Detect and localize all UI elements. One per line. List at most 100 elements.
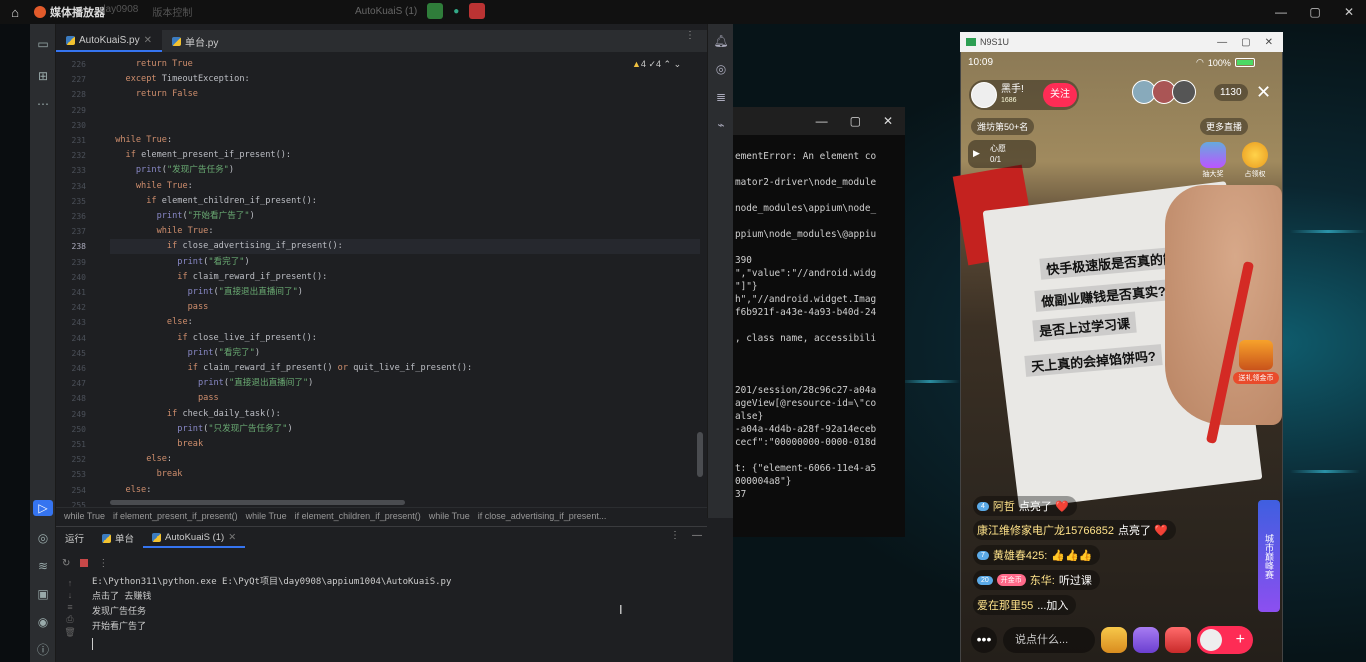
- follow-button[interactable]: 关注: [1043, 83, 1077, 107]
- code-line[interactable]: else:: [110, 315, 193, 330]
- more-live-button[interactable]: 更多直播: [1200, 118, 1249, 135]
- line-number[interactable]: 236: [72, 209, 86, 224]
- line-number[interactable]: 246: [72, 361, 86, 376]
- phone-close-button[interactable]: ✕: [1265, 37, 1273, 48]
- code-line[interactable]: else:: [110, 452, 172, 467]
- terminal-minimize-button[interactable]: —: [816, 114, 828, 128]
- line-number[interactable]: 242: [72, 300, 86, 315]
- breadcrumb-item[interactable]: if element_children_if_present(): [295, 511, 421, 521]
- line-number[interactable]: 254: [72, 483, 86, 498]
- add-button[interactable]: +: [1197, 626, 1253, 654]
- code-line[interactable]: if close_live_if_present():: [110, 331, 317, 346]
- code-line[interactable]: return True: [110, 57, 193, 72]
- stop-icon[interactable]: [469, 3, 486, 19]
- breadcrumb-item[interactable]: if close_advertising_if_present...: [478, 511, 607, 521]
- code-line[interactable]: if element_present_if_present():: [110, 148, 292, 163]
- problems-icon[interactable]: ⓘ: [35, 642, 51, 658]
- line-number[interactable]: 229: [72, 103, 86, 118]
- structure-icon[interactable]: ⊞: [35, 68, 51, 84]
- phone-maximize-button[interactable]: ▢: [1241, 37, 1250, 48]
- line-number[interactable]: 227: [72, 72, 86, 87]
- vertical-scrollbar[interactable]: [697, 432, 703, 477]
- code-line[interactable]: break: [110, 437, 203, 452]
- code-line[interactable]: if close_advertising_if_present():: [110, 239, 700, 255]
- code-line[interactable]: return False: [110, 87, 198, 102]
- viewer-avatar[interactable]: [1172, 80, 1196, 104]
- line-number[interactable]: 241: [72, 285, 86, 300]
- tab-autokuais-run[interactable]: AutoKuaiS (1) ✕: [143, 528, 246, 548]
- run-icon[interactable]: [427, 3, 444, 19]
- scroll-down-icon[interactable]: ↓: [68, 590, 73, 600]
- run-config-selector[interactable]: AutoKuaiS (1): [355, 6, 417, 17]
- folder-icon[interactable]: ▭: [35, 36, 51, 52]
- line-number[interactable]: 226: [72, 57, 86, 72]
- stop-process-icon[interactable]: [80, 559, 89, 567]
- clear-icon[interactable]: 🗑︎: [64, 627, 75, 638]
- code-line[interactable]: print("看完了"): [110, 346, 260, 361]
- code-line[interactable]: pass: [110, 300, 209, 315]
- lottery-button[interactable]: 抽大奖: [1199, 142, 1227, 179]
- line-number[interactable]: 249: [72, 407, 86, 422]
- debug-icon[interactable]: ●: [453, 6, 459, 17]
- more-tools-icon[interactable]: ⋯: [35, 96, 51, 112]
- code-line[interactable]: while True:: [110, 179, 193, 194]
- code-line[interactable]: break: [110, 467, 183, 482]
- code-line[interactable]: print("只发现广告任务了"): [110, 422, 292, 437]
- scroll-up-icon[interactable]: ↑: [68, 578, 73, 588]
- occupy-button[interactable]: 占领权: [1241, 142, 1269, 179]
- tab-dantai[interactable]: 单台.py: [162, 30, 228, 52]
- line-number[interactable]: 239: [72, 255, 86, 270]
- code-line[interactable]: print("直接退出直播间了"): [110, 376, 313, 391]
- services-icon[interactable]: ◉: [35, 614, 51, 630]
- line-number[interactable]: 228: [72, 87, 86, 102]
- code-line[interactable]: while True:: [110, 133, 172, 148]
- code-line[interactable]: print("直接退出直播间了"): [110, 285, 303, 300]
- tabs-more-icon[interactable]: ⋮: [685, 30, 707, 52]
- viewer-count[interactable]: 1130: [1214, 84, 1248, 101]
- console-output[interactable]: E:\Python311\python.exe E:\PyQt项目\day090…: [92, 575, 692, 635]
- rank-badge[interactable]: 潍坊第50+名: [971, 118, 1035, 135]
- breadcrumb-item[interactable]: if element_present_if_present(): [113, 511, 238, 521]
- code-line[interactable]: while True:: [110, 224, 214, 239]
- code-line[interactable]: else:: [110, 483, 152, 498]
- code-line[interactable]: print("开始看广告了"): [110, 209, 255, 224]
- close-button[interactable]: ✕: [1332, 0, 1366, 24]
- line-number[interactable]: 240: [72, 270, 86, 285]
- notifications-icon[interactable]: 🔔︎: [713, 34, 729, 50]
- maximize-button[interactable]: ▢: [1298, 0, 1332, 24]
- code-editor[interactable]: return True except TimeoutException: ret…: [110, 56, 700, 500]
- sciview-icon[interactable]: ⌁: [713, 118, 729, 134]
- database-icon[interactable]: ≣: [713, 90, 729, 106]
- code-line[interactable]: print("发现广告任务"): [110, 163, 234, 178]
- vcs-menu[interactable]: 版本控制: [152, 4, 192, 19]
- run-tool-icon[interactable]: ▷: [33, 500, 53, 516]
- phone-minimize-button[interactable]: —: [1217, 37, 1227, 48]
- close-tab-icon[interactable]: ✕: [144, 35, 152, 46]
- code-line[interactable]: if claim_reward_if_present() or quit_liv…: [110, 361, 473, 376]
- code-line[interactable]: if check_daily_task():: [110, 407, 281, 422]
- line-number[interactable]: 238: [72, 239, 86, 254]
- breadcrumb-item[interactable]: while True: [246, 511, 287, 521]
- code-line[interactable]: if element_children_if_present():: [110, 194, 317, 209]
- line-number[interactable]: 251: [72, 437, 86, 452]
- code-line[interactable]: except TimeoutException:: [110, 72, 250, 87]
- more-options-icon[interactable]: •••: [971, 627, 997, 653]
- terminal-output[interactable]: ementError: An element co mator2-driver\n…: [735, 150, 903, 530]
- line-number[interactable]: 245: [72, 346, 86, 361]
- line-number[interactable]: 244: [72, 331, 86, 346]
- gift-icon[interactable]: [1165, 627, 1191, 653]
- layers-icon[interactable]: ≋: [35, 558, 51, 574]
- line-number[interactable]: 252: [72, 452, 86, 467]
- comment-input[interactable]: 说点什么...: [1003, 627, 1095, 653]
- breadcrumb-item[interactable]: while True: [429, 511, 470, 521]
- close-tab-icon[interactable]: ✕: [228, 532, 236, 543]
- wish-widget[interactable]: ▶ 心愿 0/1: [968, 140, 1036, 168]
- line-number[interactable]: 250: [72, 422, 86, 437]
- line-number[interactable]: 232: [72, 148, 86, 163]
- hide-panel-icon[interactable]: —: [692, 530, 702, 541]
- line-number[interactable]: 248: [72, 391, 86, 406]
- print-icon[interactable]: ⎙: [66, 614, 73, 625]
- code-line[interactable]: pass: [110, 391, 219, 406]
- viewer-avatars[interactable]: [1132, 80, 1196, 104]
- line-number[interactable]: 233: [72, 163, 86, 178]
